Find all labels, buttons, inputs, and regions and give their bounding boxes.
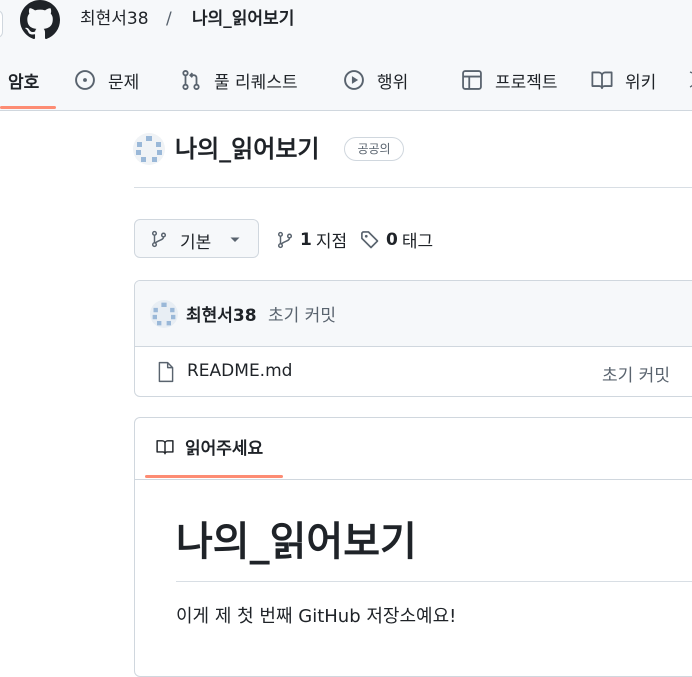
readme-tab-indicator	[145, 475, 283, 478]
tab-projects-label: 프로젝트	[495, 72, 558, 93]
tab-wiki-label: 위키	[625, 72, 657, 93]
github-logo-icon[interactable]	[20, 0, 60, 40]
tab-actions[interactable]: 행위	[343, 66, 408, 94]
branch-select-label: 기본	[180, 233, 212, 253]
branch-count-label: 지점	[315, 232, 348, 252]
repo-title[interactable]: 나의_읽어보기	[175, 134, 319, 164]
branch-select-button[interactable]: 기본	[134, 219, 259, 258]
branch-icon	[151, 230, 167, 248]
readme-tab[interactable]: 읽어주세요	[155, 434, 263, 459]
latest-commit-bar: 최현서38 초기 커밋	[135, 281, 692, 347]
tags-link[interactable]: 0 태그	[360, 227, 433, 252]
visibility-badge: 공공의	[344, 137, 404, 161]
chevron-down-icon	[230, 237, 240, 242]
tag-count: 0	[386, 229, 398, 250]
heading-divider	[176, 581, 692, 582]
readme-panel: 읽어주세요 나의_읽어보기 이게 제 첫 번째 GitHub 저장소예요!	[134, 417, 692, 677]
file-icon	[158, 361, 174, 383]
tab-code-label: 암호	[8, 72, 40, 93]
branches-link[interactable]: 1 지점	[276, 227, 347, 252]
tag-count-label: 태그	[401, 232, 434, 252]
file-commit-message[interactable]: 초기 커밋	[602, 361, 670, 386]
file-browser: 최현서38 초기 커밋 README.md 초기 커밋	[134, 280, 692, 397]
repo-owner-avatar[interactable]	[133, 133, 165, 165]
repo-header: 최현서38 / 나의_읽어보기 암호 문제 풀 리퀘스트 행위 프로젝트 위키	[0, 0, 692, 111]
tab-pull-requests-label: 풀 리퀘스트	[214, 72, 298, 93]
shield-icon[interactable]	[684, 71, 692, 89]
tab-pull-requests[interactable]: 풀 리퀘스트	[180, 66, 298, 94]
table-icon	[462, 70, 482, 90]
file-name[interactable]: README.md	[187, 361, 292, 381]
breadcrumb-separator: /	[166, 9, 172, 29]
tab-projects[interactable]: 프로젝트	[461, 66, 558, 94]
book-icon	[591, 71, 613, 90]
divider	[134, 187, 692, 188]
tab-actions-label: 행위	[377, 72, 409, 93]
breadcrumb-owner[interactable]: 최현서38	[80, 8, 149, 30]
readme-tab-label: 읽어주세요	[185, 439, 264, 459]
readme-tabbar: 읽어주세요	[135, 418, 692, 480]
readme-heading: 나의_읽어보기	[176, 519, 417, 565]
tag-icon	[361, 230, 379, 248]
branch-count: 1	[300, 229, 312, 250]
tab-issues-label: 문제	[108, 72, 140, 93]
book-icon	[156, 439, 174, 454]
breadcrumb-repo[interactable]: 나의_읽어보기	[192, 8, 294, 30]
pull-request-icon	[182, 70, 200, 90]
commit-author[interactable]: 최현서38	[186, 301, 257, 326]
avatar[interactable]	[150, 300, 178, 328]
commit-message[interactable]: 초기 커밋	[268, 301, 336, 326]
issue-icon	[75, 70, 95, 90]
menu-button-edge[interactable]	[0, 10, 3, 38]
play-icon	[344, 70, 364, 90]
tab-wiki[interactable]: 위키	[591, 66, 656, 94]
tab-code[interactable]: 암호	[8, 66, 39, 94]
tab-issues[interactable]: 문제	[74, 66, 139, 94]
readme-body: 이게 제 첫 번째 GitHub 저장소예요!	[176, 606, 457, 627]
branch-icon	[277, 231, 293, 248]
active-tab-indicator	[0, 106, 56, 109]
